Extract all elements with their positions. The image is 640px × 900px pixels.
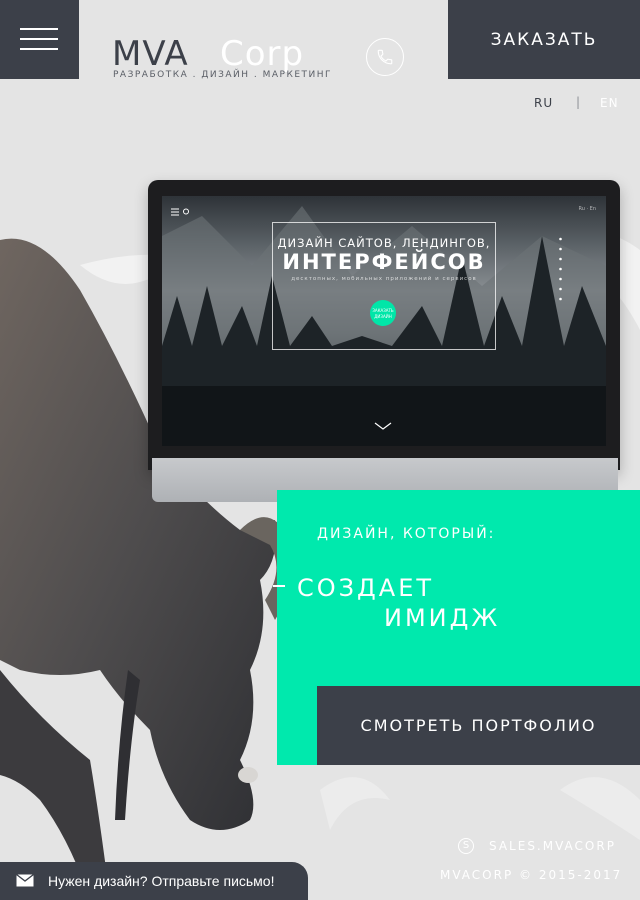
screen-headline-small: ДИЗАЙН САЙТОВ, ЛЕНДИНГОВ,	[277, 236, 491, 250]
screen-headline-large: ИНТЕРФЕЙСОВ	[282, 250, 486, 274]
promo-dash	[273, 585, 285, 587]
copyright: MVACORP © 2015-2017	[440, 868, 623, 882]
lang-separator: |	[576, 95, 581, 109]
promo-title: ДИЗАЙН, КОТОРЫЙ:	[317, 526, 496, 542]
chevron-down-icon	[374, 422, 392, 430]
screen-menu-icon	[171, 208, 189, 216]
promo-line-1: СОЗДАЕТ	[297, 574, 435, 602]
envelope-icon	[16, 874, 34, 887]
monitor-screen: Ru · En ДИЗАЙН САЙТОВ, ЛЕНДИНГОВ, ИНТЕРФ…	[162, 196, 606, 446]
lang-ru[interactable]: RU	[534, 96, 553, 110]
logo[interactable]: MVA Corp РАЗРАБОТКА . ДИЗАЙН . МАРКЕТИНГ	[112, 36, 332, 84]
logo-mva: MVA	[112, 34, 189, 74]
phone-icon	[377, 49, 393, 65]
logo-corp: Corp	[220, 34, 305, 74]
mail-bar-text: Нужен дизайн? Отправьте письмо!	[48, 873, 275, 889]
hamburger-icon	[20, 28, 58, 30]
skype-icon: S	[458, 838, 474, 854]
logo-tagline: РАЗРАБОТКА . ДИЗАЙН . МАРКЕТИНГ	[113, 70, 333, 80]
lang-en[interactable]: EN	[600, 96, 619, 110]
screen-subline: десктопных, мобильных приложений и серви…	[291, 276, 477, 282]
screen-order-button: ЗАКАЗАТЬ ДИЗАЙН	[370, 300, 396, 326]
phone-button[interactable]	[366, 38, 404, 76]
screen-lang: Ru · En	[578, 206, 596, 212]
order-button[interactable]: ЗАКАЗАТЬ	[448, 0, 640, 79]
promo-line-2: ИМИДЖ	[384, 604, 501, 632]
portfolio-button[interactable]: СМОТРЕТЬ ПОРТФОЛИО	[317, 686, 640, 765]
hamburger-icon-line	[20, 48, 58, 50]
mail-bar[interactable]: Нужен дизайн? Отправьте письмо!	[0, 862, 308, 900]
hamburger-icon-line	[20, 38, 58, 40]
skype-contact[interactable]: SALES.MVACORP	[489, 839, 616, 853]
menu-button[interactable]	[0, 0, 79, 79]
